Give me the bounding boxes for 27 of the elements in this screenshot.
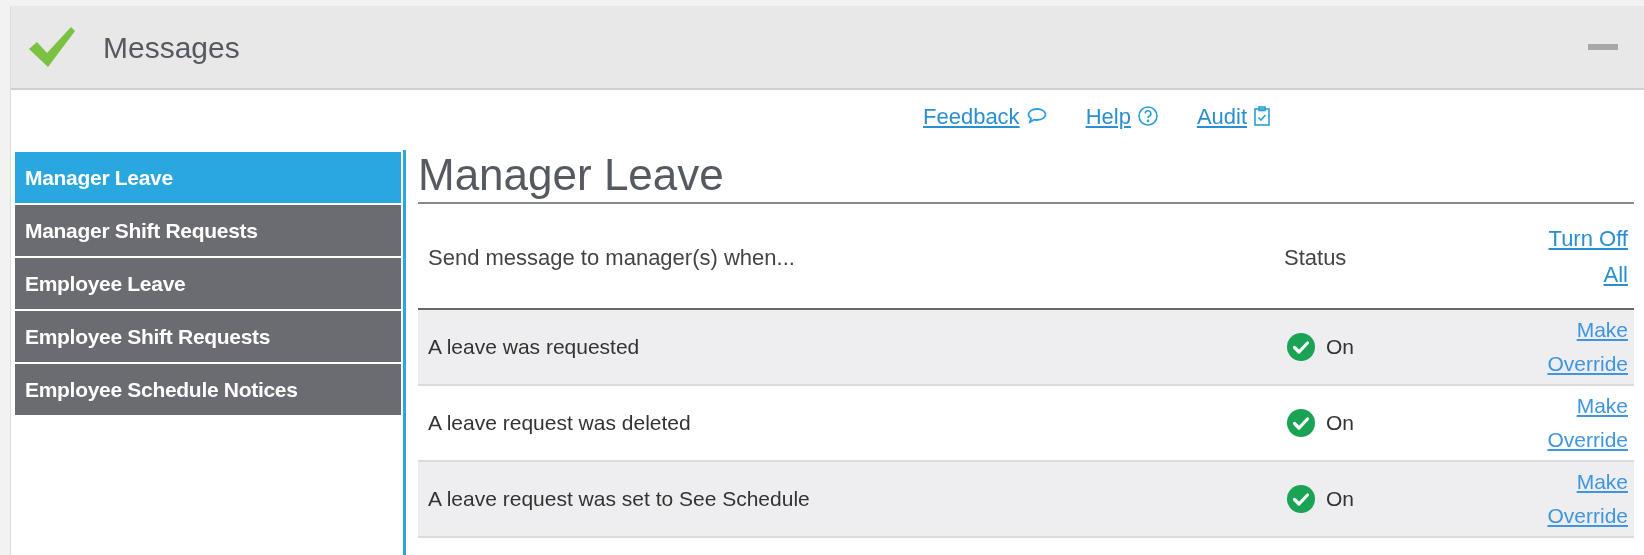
speech-bubble-icon — [1025, 106, 1048, 126]
sidebar-item[interactable]: Manager Leave — [15, 152, 401, 203]
top-link[interactable]: Audit — [1196, 99, 1272, 133]
make-override-link[interactable]: Make Override — [1524, 313, 1634, 381]
turn-off-all-link[interactable]: Turn Off All — [1534, 221, 1634, 293]
event-text: A leave request was set to See Schedule — [427, 486, 811, 513]
top-link[interactable]: Help — [1085, 99, 1159, 133]
status-text: On — [1326, 334, 1354, 361]
minimize-button[interactable] — [1588, 44, 1618, 50]
column-header: Status — [1284, 243, 1348, 272]
event-text: A leave was requested — [427, 334, 641, 361]
sidebar-item[interactable]: Manager Shift Requests — [15, 205, 401, 256]
checkmark-icon — [27, 25, 77, 69]
window-title: Messages — [103, 29, 240, 66]
column-header: Send message to manager(s) when... — [427, 243, 796, 272]
help-icon — [1136, 105, 1159, 127]
clipboard-check-icon — [1253, 105, 1272, 127]
status-text: On — [1326, 486, 1354, 513]
page-heading: Manager Leave — [418, 150, 1634, 204]
make-override-link[interactable]: Make Override — [1524, 389, 1634, 457]
sidebar-item[interactable]: Employee Shift Requests — [15, 311, 401, 362]
event-text: A leave request was deleted — [427, 410, 692, 437]
sidebar-item[interactable]: Employee Leave — [15, 258, 401, 309]
make-override-link[interactable]: Make Override — [1524, 465, 1634, 533]
top-link[interactable]: Feedback — [923, 99, 1048, 133]
sidebar-item[interactable]: Employee Schedule Notices — [15, 364, 401, 415]
status-text: On — [1326, 410, 1354, 437]
